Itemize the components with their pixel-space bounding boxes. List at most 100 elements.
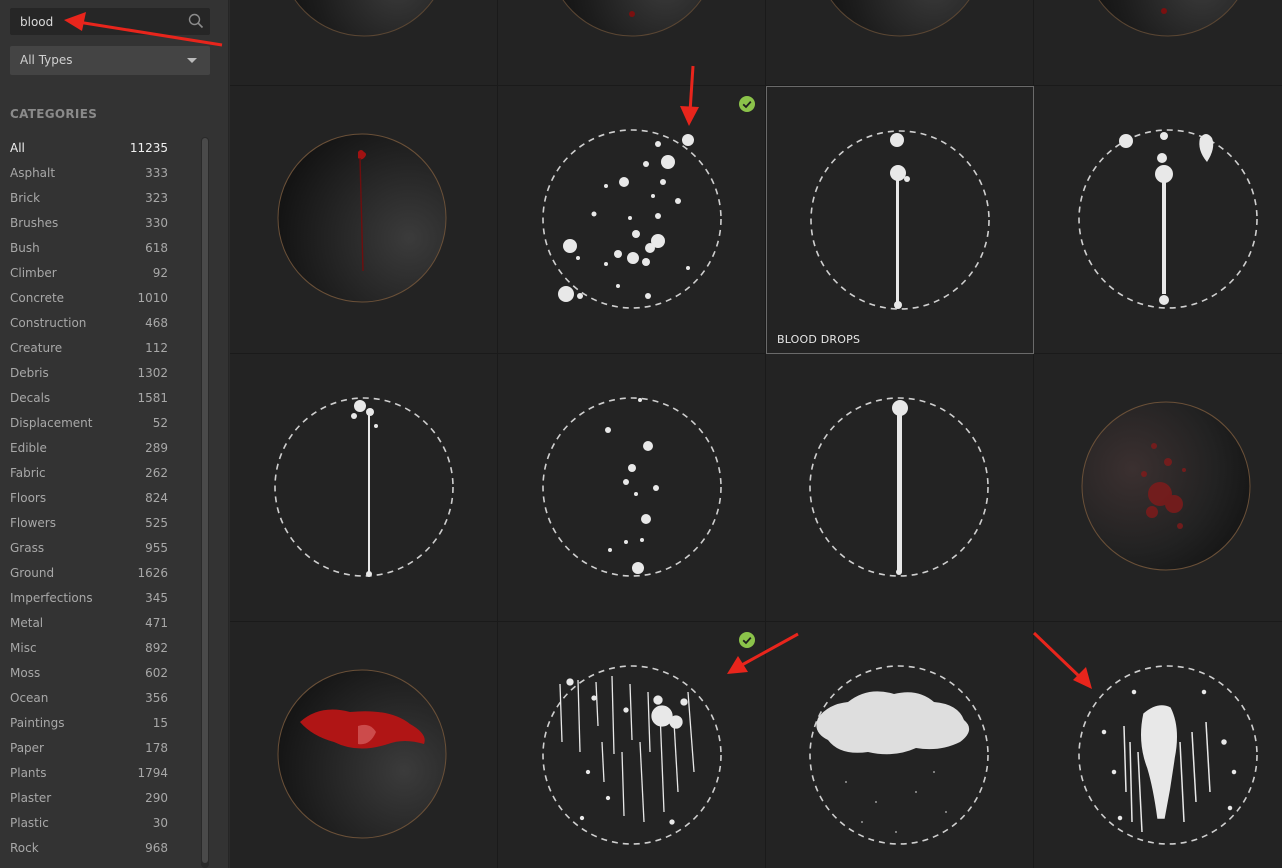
asset-tile-hovered[interactable]: BLOOD DROPS [766, 86, 1034, 354]
material-sphere-thumbnail [1098, 0, 1238, 37]
asset-tile[interactable] [230, 86, 498, 354]
asset-tile[interactable] [498, 86, 766, 354]
category-item-construction[interactable]: Construction 468 [0, 311, 200, 336]
category-count: 468 [145, 316, 168, 330]
category-label: Asphalt [10, 166, 56, 180]
category-item-concrete[interactable]: Concrete 1010 [0, 286, 200, 311]
search-box[interactable] [10, 8, 210, 35]
category-count: 618 [145, 241, 168, 255]
decal-thumbnail [1078, 129, 1258, 309]
category-count: 824 [145, 491, 168, 505]
asset-tile[interactable] [766, 0, 1034, 86]
category-item-paper[interactable]: Paper 178 [0, 736, 200, 761]
category-item-moss[interactable]: Moss 602 [0, 661, 200, 686]
category-item-rock[interactable]: Rock 968 [0, 836, 200, 861]
material-sphere-thumbnail [294, 0, 434, 37]
category-item-flowers[interactable]: Flowers 525 [0, 511, 200, 536]
type-filter-dropdown[interactable]: All Types [10, 46, 210, 75]
category-item-paintings[interactable]: Paintings 15 [0, 711, 200, 736]
asset-tile[interactable] [230, 354, 498, 622]
asset-tile[interactable] [498, 354, 766, 622]
category-label: Displacement [10, 416, 93, 430]
decal-thumbnail [1078, 665, 1258, 845]
category-item-fabric[interactable]: Fabric 262 [0, 461, 200, 486]
decal-thumbnail [274, 397, 454, 577]
category-count: 11235 [129, 141, 168, 155]
category-label: Brick [10, 191, 41, 205]
category-count: 323 [145, 191, 168, 205]
category-item-plaster[interactable]: Plaster 290 [0, 786, 200, 811]
category-item-ocean[interactable]: Ocean 356 [0, 686, 200, 711]
downloaded-check-icon [739, 632, 755, 648]
category-label: Decals [10, 391, 51, 405]
category-count: 602 [145, 666, 168, 680]
decal-thumbnail [810, 130, 990, 310]
search-icon[interactable] [188, 13, 204, 29]
category-count: 345 [145, 591, 168, 605]
category-count: 1302 [137, 366, 168, 380]
category-label: Paintings [10, 716, 65, 730]
category-item-brick[interactable]: Brick 323 [0, 186, 200, 211]
category-label: Paper [10, 741, 44, 755]
category-label: Creature [10, 341, 63, 355]
sidebar-scrollbar-thumb[interactable] [202, 138, 208, 863]
material-sphere-thumbnail [277, 133, 447, 303]
category-count: 1010 [137, 291, 168, 305]
decal-thumbnail [542, 397, 722, 577]
category-item-brushes[interactable]: Brushes 330 [0, 211, 200, 236]
category-label: Debris [10, 366, 49, 380]
category-item-misc[interactable]: Misc 892 [0, 636, 200, 661]
asset-tile[interactable] [1034, 86, 1282, 354]
asset-tile[interactable] [1034, 354, 1282, 622]
category-count: 178 [145, 741, 168, 755]
asset-tile[interactable] [498, 622, 766, 868]
category-item-grass[interactable]: Grass 955 [0, 536, 200, 561]
category-label: Plastic [10, 816, 49, 830]
category-item-all[interactable]: All 11235 [0, 136, 200, 161]
category-item-plastic[interactable]: Plastic 30 [0, 811, 200, 836]
material-sphere-thumbnail [562, 0, 702, 37]
asset-grid: BLOOD DROPS [230, 0, 1282, 868]
search-input[interactable] [10, 8, 185, 35]
category-item-metal[interactable]: Metal 471 [0, 611, 200, 636]
asset-tile[interactable] [766, 622, 1034, 868]
category-item-creature[interactable]: Creature 112 [0, 336, 200, 361]
category-item-debris[interactable]: Debris 1302 [0, 361, 200, 386]
category-item-displacement[interactable]: Displacement 52 [0, 411, 200, 436]
category-label: Brushes [10, 216, 59, 230]
category-label: Construction [10, 316, 87, 330]
material-sphere-thumbnail [1081, 401, 1251, 571]
decal-thumbnail [542, 665, 722, 845]
category-count: 892 [145, 641, 168, 655]
category-list: All 11235 Asphalt 333 Brick 323 Brushes 330 Bush… [0, 136, 200, 861]
asset-tile[interactable] [1034, 622, 1282, 868]
downloaded-check-icon [739, 96, 755, 112]
material-sphere-thumbnail [277, 669, 447, 839]
category-count: 330 [145, 216, 168, 230]
decal-thumbnail [809, 665, 989, 845]
category-item-edible[interactable]: Edible 289 [0, 436, 200, 461]
category-count: 289 [145, 441, 168, 455]
category-count: 1626 [137, 566, 168, 580]
category-item-floors[interactable]: Floors 824 [0, 486, 200, 511]
category-item-climber[interactable]: Climber 92 [0, 261, 200, 286]
asset-tile[interactable] [1034, 0, 1282, 86]
category-item-decals[interactable]: Decals 1581 [0, 386, 200, 411]
categories-heading: CATEGORIES [10, 107, 98, 121]
category-label: Edible [10, 441, 47, 455]
category-item-ground[interactable]: Ground 1626 [0, 561, 200, 586]
category-item-bush[interactable]: Bush 618 [0, 236, 200, 261]
asset-tile[interactable] [766, 354, 1034, 622]
category-label: Misc [10, 641, 37, 655]
category-item-plants[interactable]: Plants 1794 [0, 761, 200, 786]
category-label: Concrete [10, 291, 65, 305]
asset-tile[interactable] [230, 0, 498, 86]
category-item-asphalt[interactable]: Asphalt 333 [0, 161, 200, 186]
category-item-imperfections[interactable]: Imperfections 345 [0, 586, 200, 611]
category-label: Plants [10, 766, 47, 780]
category-count: 471 [145, 616, 168, 630]
category-count: 262 [145, 466, 168, 480]
asset-tile[interactable] [230, 622, 498, 868]
category-label: Flowers [10, 516, 56, 530]
asset-tile[interactable] [498, 0, 766, 86]
